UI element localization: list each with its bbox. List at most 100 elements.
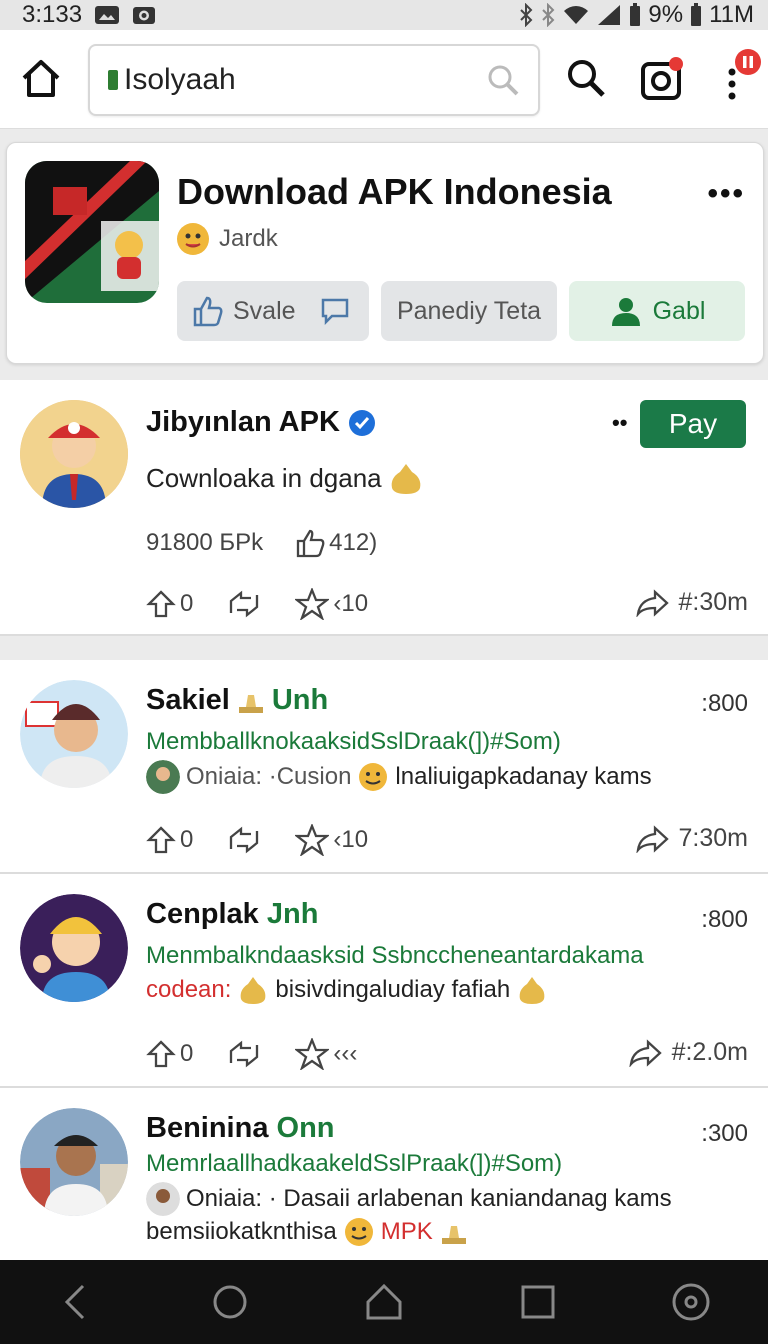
home-nav-button[interactable] xyxy=(364,1282,404,1322)
post-author[interactable]: Sakiel Unh xyxy=(146,684,328,717)
upvote-icon xyxy=(146,590,176,618)
share-button[interactable]: Svale xyxy=(177,281,369,341)
overview-button[interactable] xyxy=(518,1282,558,1322)
assistant-icon xyxy=(672,1283,710,1321)
post-author[interactable]: Beninina Onn xyxy=(146,1112,335,1145)
share-time[interactable]: 7:30m xyxy=(635,824,748,853)
author-name: Beninina xyxy=(146,1112,269,1144)
recent-circle-button[interactable] xyxy=(210,1282,250,1322)
reaction-row: 0 ‹‹‹ xyxy=(146,1038,357,1070)
developer-emoji-icon xyxy=(177,223,209,255)
post-1: Jibyınlan APK •• Pay Cownloaka in dgana … xyxy=(0,380,768,636)
menu-button[interactable] xyxy=(718,48,764,108)
tagline-text: Cownloaka in dgana xyxy=(146,462,382,493)
person-icon xyxy=(611,298,640,326)
author-suffix: Onn xyxy=(276,1112,335,1144)
avatar[interactable] xyxy=(20,1108,128,1216)
post-text-2b: bisivdingaludiay fafiah xyxy=(275,976,511,1003)
repost[interactable] xyxy=(227,825,261,855)
address-bar[interactable]: Isolyaah xyxy=(88,44,540,116)
back-button[interactable] xyxy=(57,1282,97,1322)
battery-icon xyxy=(628,3,642,27)
lock-icon xyxy=(108,70,118,90)
app-icon[interactable] xyxy=(25,161,159,303)
home-button[interactable] xyxy=(20,58,62,100)
wifi-icon xyxy=(562,4,590,26)
share-arrow-icon xyxy=(635,588,669,617)
pay-button[interactable]: Pay xyxy=(640,400,746,448)
camera-button[interactable] xyxy=(640,56,686,102)
post-text-3a: bemsiiokatknthisa xyxy=(146,1218,337,1245)
avatar[interactable] xyxy=(20,680,128,788)
url-text[interactable]: Isolyaah xyxy=(124,63,486,97)
emoji-icon xyxy=(344,1218,373,1246)
favorite[interactable]: ‹10 xyxy=(295,824,368,856)
thumbs-up-icon xyxy=(297,529,325,558)
assistant-button[interactable] xyxy=(671,1282,711,1322)
post-text-2: codean: bisivdingaludiay fafiah xyxy=(146,974,548,1006)
get-button[interactable]: Gabl xyxy=(569,281,745,341)
camera-icon xyxy=(641,57,683,100)
post-2: Sakiel Unh :800 MembballknokaaksidSslDra… xyxy=(0,660,768,874)
url-search-icon[interactable] xyxy=(486,63,520,97)
post-text-2a: Oniaia: · Dasaii arlabenan kaniandanag k… xyxy=(186,1185,672,1212)
thumbs-up-icon xyxy=(193,296,223,327)
bluetooth-off-icon xyxy=(540,3,556,27)
downloads-stat: 91800 БPk xyxy=(146,529,264,556)
share-time[interactable]: #:30m xyxy=(635,588,748,617)
favorite[interactable]: ‹10 xyxy=(295,588,368,620)
avatar[interactable] xyxy=(20,894,128,1002)
post-text-1: MembballknokaaksidSslDraak(])#Som) xyxy=(146,728,561,755)
post-text-2a: Oniaia: ·Cusion xyxy=(186,763,352,790)
share-time[interactable]: #:2.0m xyxy=(628,1038,748,1067)
camera-status-icon xyxy=(132,4,156,26)
repost[interactable] xyxy=(227,589,261,619)
home-nav-icon xyxy=(366,1283,402,1320)
upvote[interactable]: 0 xyxy=(146,825,193,855)
browser-toolbar: Isolyaah xyxy=(0,30,768,129)
upvote-count: 0 xyxy=(180,590,194,617)
post-author[interactable]: Cenplak Jnh xyxy=(146,898,318,931)
reaction-row: 0 ‹10 xyxy=(146,824,368,856)
app-title: Download APK Indonesia xyxy=(177,171,612,212)
post-text-2a: codean: xyxy=(146,976,232,1003)
mini-avatar xyxy=(146,1182,180,1216)
avatar[interactable] xyxy=(20,400,128,508)
likes-count: 412) xyxy=(329,529,378,556)
favorite[interactable]: ‹‹‹ xyxy=(295,1038,357,1070)
post-count: :800 xyxy=(701,690,748,717)
money-bag-icon xyxy=(391,464,420,494)
search-icon xyxy=(568,60,605,97)
post-text-1: Menmbalkndaasksid Ssbnccheneantardakama xyxy=(146,942,644,969)
stamp-icon xyxy=(441,1226,466,1244)
post-text-1: MemrlaallhadkaakeldSslPraak(])#Som) xyxy=(146,1150,563,1177)
post-author[interactable]: Jibyınlan APK xyxy=(146,406,376,439)
upvote[interactable]: 0 xyxy=(146,1039,193,1069)
post-text-3: bemsiiokatknthisa MPK xyxy=(146,1216,469,1248)
developer-name[interactable]: Jardk xyxy=(219,225,278,253)
post-text-2b: lnaliuigapkadanay kams xyxy=(395,763,652,790)
author-suffix: Jnh xyxy=(266,898,319,930)
star-icon xyxy=(295,1038,330,1070)
secondary-label: Panediy Teta xyxy=(396,296,542,325)
secondary-button[interactable]: Panediy Teta xyxy=(381,281,557,341)
developer-row: Jardk xyxy=(177,223,278,255)
upvote-icon xyxy=(146,826,176,854)
upvote[interactable]: 0 xyxy=(146,589,193,619)
likes-stat[interactable]: 412) xyxy=(295,528,377,558)
author-name: Sakiel xyxy=(146,684,230,716)
post-text-2: Oniaia: ·Cusion lnaliuigapkadanay kams xyxy=(146,760,652,794)
post-4: Beninina Onn :300 MemrlaallhadkaakeldSsl… xyxy=(0,1088,768,1260)
upvote-icon xyxy=(146,1040,176,1068)
post-menu-icon[interactable]: •• xyxy=(612,410,627,436)
clock: 3:133 xyxy=(22,1,83,28)
repost[interactable] xyxy=(227,1039,261,1069)
post-count: :800 xyxy=(701,906,748,933)
search-button[interactable] xyxy=(566,58,606,98)
post-time: #:30m xyxy=(678,588,748,616)
more-icon[interactable]: ••• xyxy=(707,177,745,211)
back-icon xyxy=(64,1284,84,1320)
status-bar: 3:133 9% 11M xyxy=(0,0,768,30)
star-icon xyxy=(295,588,330,620)
post-count: :300 xyxy=(701,1120,748,1147)
